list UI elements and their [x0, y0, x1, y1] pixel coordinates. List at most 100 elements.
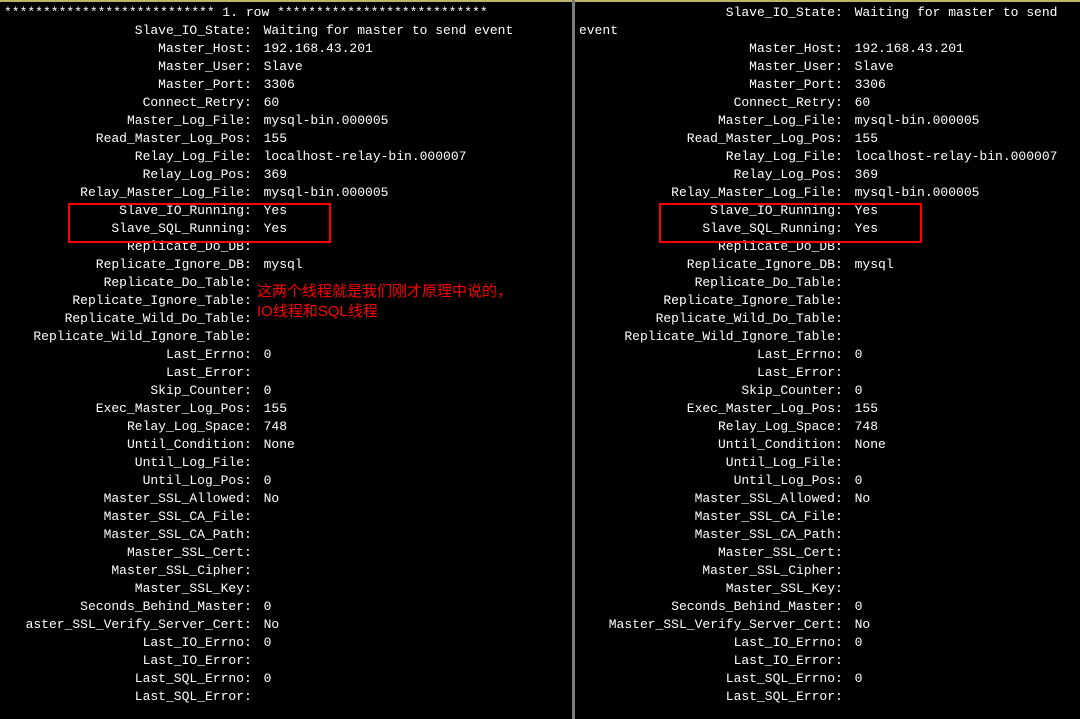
status-key: Slave_SQL_Running	[575, 220, 835, 238]
status-row: Last_SQL_Errno: 0	[0, 670, 572, 688]
status-value: 3306	[855, 76, 886, 94]
status-row: Replicate_Ignore_DB: mysql	[0, 256, 572, 274]
status-row: Master_SSL_Verify_Server_Cert: No	[575, 616, 1080, 634]
colon-sep: :	[244, 418, 264, 436]
status-value: Yes	[264, 202, 287, 220]
status-key: Read_Master_Log_Pos	[0, 130, 244, 148]
status-row: Seconds_Behind_Master: 0	[0, 598, 572, 616]
status-key: Master_SSL_Allowed	[575, 490, 835, 508]
status-key: Master_SSL_Cipher	[0, 562, 244, 580]
status-key: Until_Log_Pos	[0, 472, 244, 490]
colon-sep: :	[835, 4, 855, 22]
status-row: Relay_Master_Log_File: mysql-bin.000005	[0, 184, 572, 202]
status-row: Master_Log_File: mysql-bin.000005	[575, 112, 1080, 130]
status-row: Master_SSL_Cipher:	[0, 562, 572, 580]
status-row: Replicate_Do_Table:	[575, 274, 1080, 292]
status-value: 0	[855, 634, 863, 652]
status-key: Exec_Master_Log_Pos	[0, 400, 244, 418]
status-row: Master_SSL_CA_Path:	[575, 526, 1080, 544]
status-value: 0	[264, 598, 272, 616]
status-key: Master_SSL_CA_File	[0, 508, 244, 526]
colon-sep: :	[244, 490, 264, 508]
colon-sep: :	[835, 526, 855, 544]
colon-sep: :	[835, 472, 855, 490]
status-row: Slave_IO_State: Waiting for master to se…	[0, 22, 572, 40]
status-row: Skip_Counter: 0	[575, 382, 1080, 400]
colon-sep: :	[835, 382, 855, 400]
status-row: Until_Condition: None	[575, 436, 1080, 454]
status-value: mysql-bin.000005	[855, 112, 980, 130]
status-key: Replicate_Wild_Do_Table	[575, 310, 835, 328]
terminal-pane-left[interactable]: *************************** 1. row *****…	[0, 0, 575, 719]
status-key: Replicate_Ignore_Table	[575, 292, 835, 310]
status-value: mysql-bin.000005	[855, 184, 980, 202]
status-row: Read_Master_Log_Pos: 155	[575, 130, 1080, 148]
colon-sep: :	[835, 580, 855, 598]
status-value: 748	[855, 418, 878, 436]
colon-sep: :	[244, 58, 264, 76]
status-row: Last_SQL_Error:	[575, 688, 1080, 706]
status-key: Master_SSL_Verify_Server_Cert	[575, 616, 835, 634]
status-row: Master_SSL_Key:	[575, 580, 1080, 598]
status-key: Until_Log_File	[575, 454, 835, 472]
status-row: Until_Log_File:	[575, 454, 1080, 472]
status-row: Relay_Log_Space: 748	[0, 418, 572, 436]
status-row: Slave_SQL_Running: Yes	[575, 220, 1080, 238]
status-key: Until_Condition	[575, 436, 835, 454]
status-row: Last_Error:	[575, 364, 1080, 382]
status-key: Replicate_Ignore_DB	[575, 256, 835, 274]
colon-sep: :	[244, 634, 264, 652]
status-row: Replicate_Wild_Do_Table:	[575, 310, 1080, 328]
status-row: Replicate_Ignore_DB: mysql	[575, 256, 1080, 274]
colon-sep: :	[835, 562, 855, 580]
status-key: Replicate_Ignore_DB	[0, 256, 244, 274]
status-key: Slave_IO_State	[575, 4, 835, 22]
status-key: Replicate_Wild_Do_Table	[0, 310, 244, 328]
status-row: Slave_SQL_Running: Yes	[0, 220, 572, 238]
status-key: Replicate_Ignore_Table	[0, 292, 244, 310]
colon-sep: :	[835, 652, 855, 670]
status-key: Relay_Log_File	[575, 148, 835, 166]
status-key: Last_Error	[575, 364, 835, 382]
colon-sep: :	[835, 688, 855, 706]
status-key: Last_IO_Error	[575, 652, 835, 670]
status-value: 155	[264, 400, 287, 418]
status-value: Yes	[855, 220, 878, 238]
colon-sep: :	[244, 22, 264, 40]
status-row: Relay_Log_File: localhost-relay-bin.0000…	[575, 148, 1080, 166]
status-key: Relay_Master_Log_File	[0, 184, 244, 202]
status-key: Skip_Counter	[575, 382, 835, 400]
status-row: Last_SQL_Error:	[0, 688, 572, 706]
status-key: Master_Port	[0, 76, 244, 94]
status-value: 0	[855, 346, 863, 364]
status-key: Seconds_Behind_Master	[575, 598, 835, 616]
status-row: Last_Errno: 0	[575, 346, 1080, 364]
status-key: Until_Condition	[0, 436, 244, 454]
status-key: Master_Host	[0, 40, 244, 58]
colon-sep: :	[244, 562, 264, 580]
status-row: Master_SSL_CA_Path:	[0, 526, 572, 544]
colon-sep: :	[835, 184, 855, 202]
status-key: Master_Port	[575, 76, 835, 94]
status-value: 60	[855, 94, 871, 112]
terminal-pane-right[interactable]: Slave_IO_State: Waiting for master to se…	[575, 0, 1080, 719]
colon-sep: :	[835, 454, 855, 472]
colon-sep: :	[835, 346, 855, 364]
status-key: Read_Master_Log_Pos	[575, 130, 835, 148]
status-key: Last_SQL_Errno	[0, 670, 244, 688]
status-row: Seconds_Behind_Master: 0	[575, 598, 1080, 616]
colon-sep: :	[835, 544, 855, 562]
colon-sep: :	[835, 616, 855, 634]
colon-sep: :	[835, 292, 855, 310]
status-key: Master_Host	[575, 40, 835, 58]
colon-sep: :	[835, 58, 855, 76]
colon-sep: :	[835, 238, 855, 256]
status-row: Master_Port: 3306	[0, 76, 572, 94]
status-value: 0	[855, 670, 863, 688]
colon-sep: :	[835, 166, 855, 184]
status-row: Until_Condition: None	[0, 436, 572, 454]
status-key: Relay_Log_Space	[0, 418, 244, 436]
status-value: Waiting for master to send event	[264, 22, 514, 40]
colon-sep: :	[835, 418, 855, 436]
status-key: Master_SSL_Key	[0, 580, 244, 598]
